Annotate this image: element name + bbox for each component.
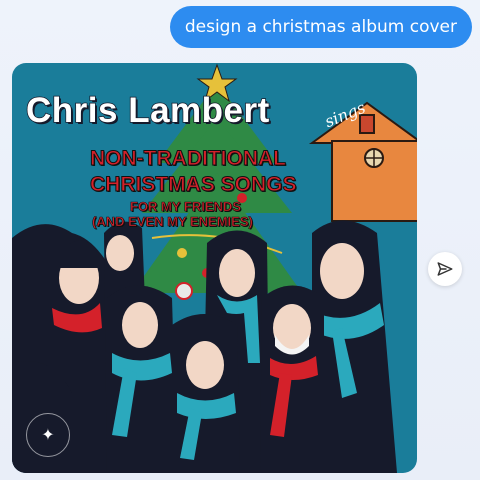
album-title-line-1: NON-TRADITIONAL xyxy=(90,147,287,171)
album-subtitle-line-2: (AND EVEN MY ENEMIES) xyxy=(92,214,253,230)
user-message-bubble: design a christmas album cover xyxy=(169,6,472,48)
album-cover-image[interactable]: Chris Lambert sings NON-TRADITIONAL CHRI… xyxy=(12,63,417,473)
share-send-icon xyxy=(437,262,453,276)
ai-sparkle-icon: ✦ xyxy=(41,427,55,444)
ai-generated-stamp: ✦ xyxy=(26,413,70,457)
album-title-line-2: CHRISTMAS SONGS xyxy=(90,173,298,197)
share-button[interactable] xyxy=(428,252,462,286)
artist-name: Chris Lambert xyxy=(25,90,270,131)
album-subtitle-line-1: FOR MY FRIENDS xyxy=(130,199,242,215)
